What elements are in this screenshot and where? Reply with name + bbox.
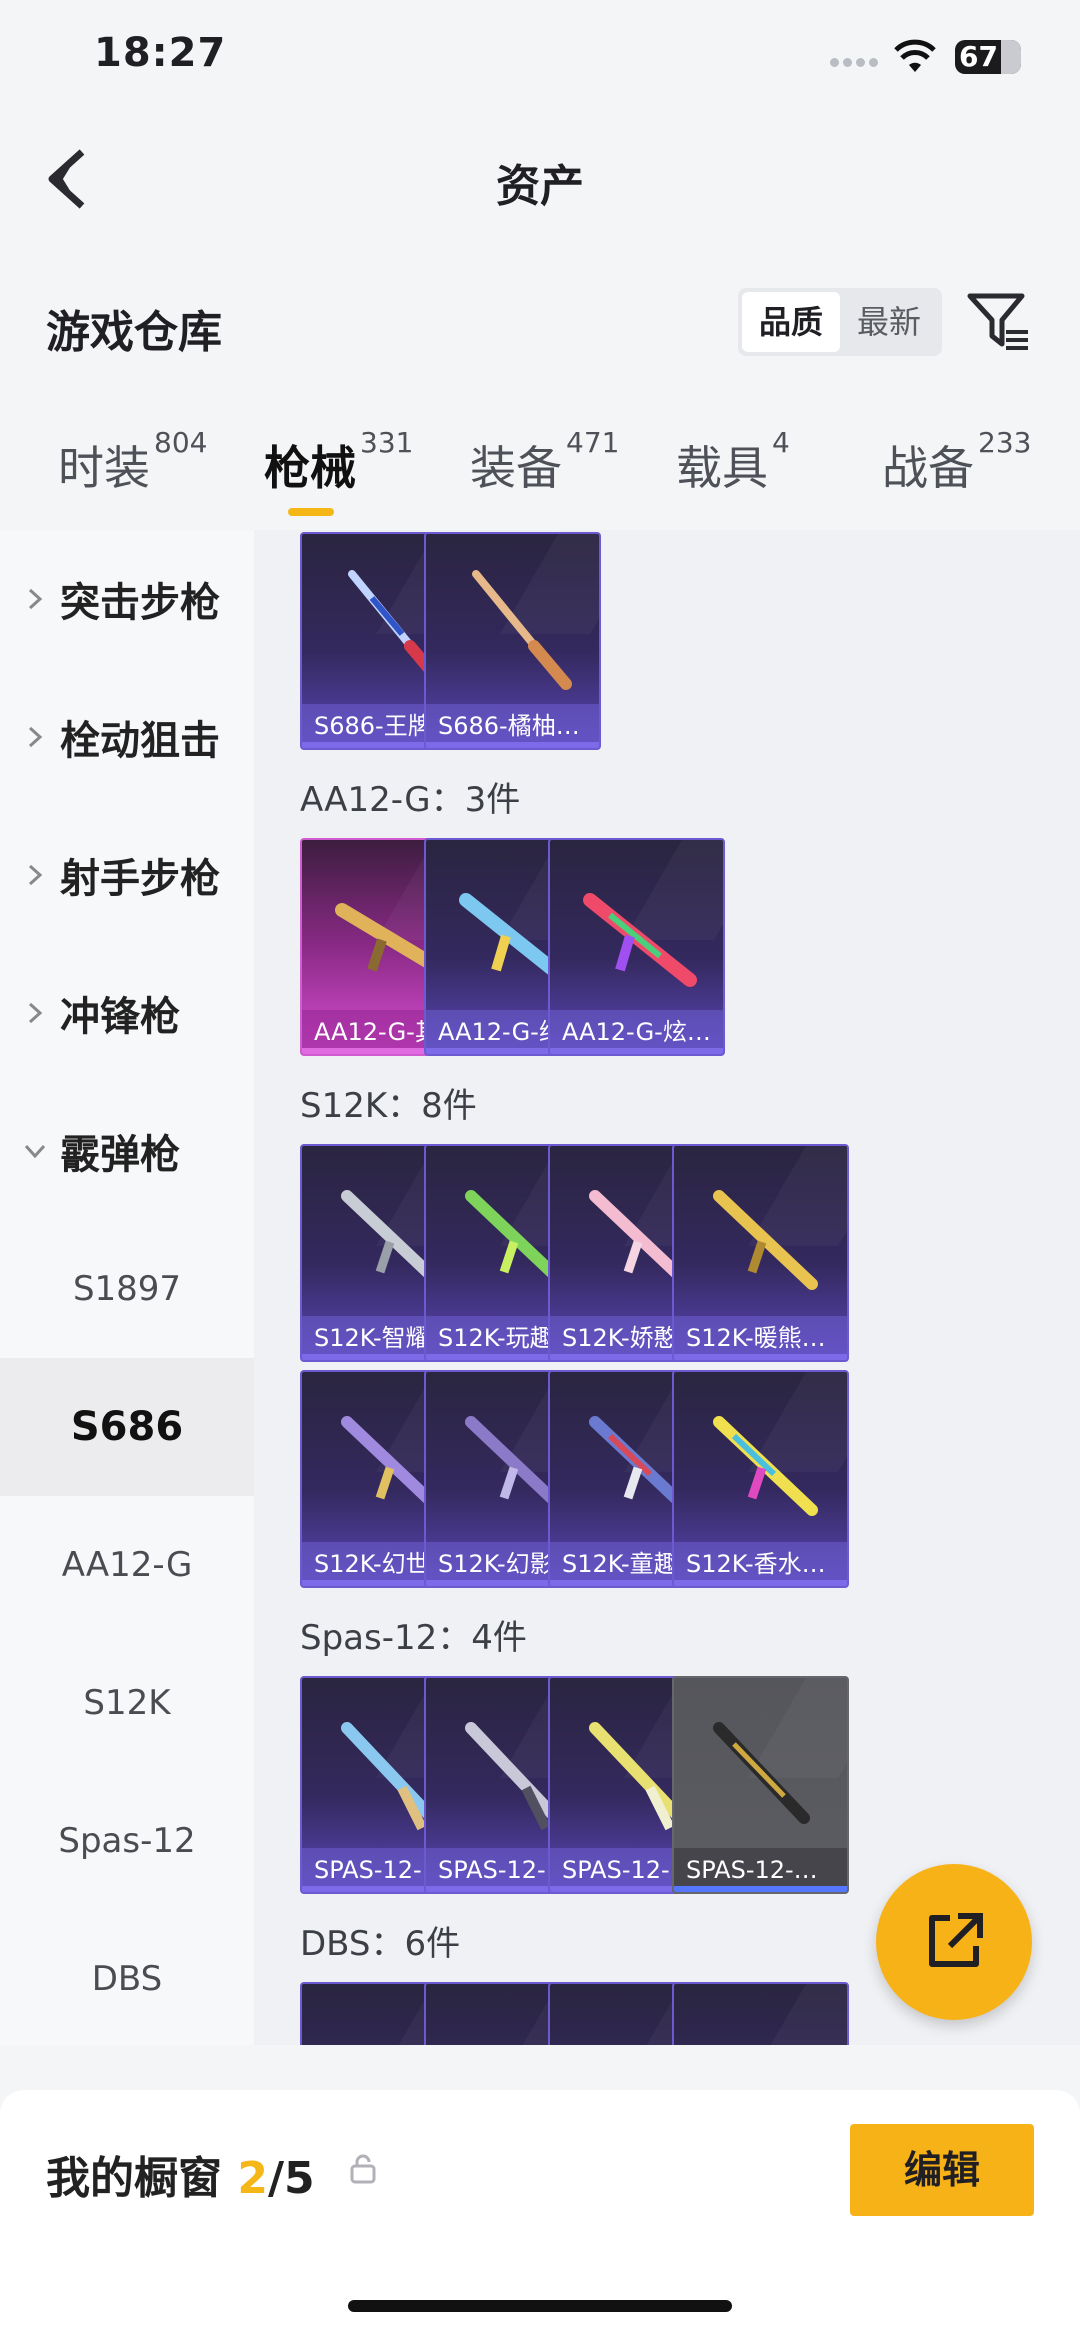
section-title-dbs: DBS：6件 xyxy=(300,1924,461,1964)
tab-count: 331 xyxy=(360,426,414,459)
tab-count: 4 xyxy=(772,426,790,459)
rifle-skin-icon xyxy=(583,893,697,987)
tab-firearms[interactable]: 枪械 331 xyxy=(264,426,413,498)
status-time: 18:27 xyxy=(94,30,227,76)
weapon-type-sidebar: 突击步枪 栓动狙击 射手步枪 冲锋枪 霰弹枪 S1897 S686 AA12-G… xyxy=(0,530,254,2045)
sidebar-item-shotgun[interactable]: 霰弹枪 xyxy=(0,1082,254,1220)
section-title-s12k: S12K：8件 xyxy=(300,1086,477,1126)
sidebar-item-smg[interactable]: 冲锋枪 xyxy=(0,944,254,1082)
battery-level: 67 xyxy=(959,40,998,73)
sidebar-item-label: 射手步枪 xyxy=(60,856,220,902)
item-card[interactable]: AA12-G-炫… xyxy=(548,838,725,1056)
tab-equipment[interactable]: 装备 471 xyxy=(470,426,619,498)
section-title-aa12g: AA12-G：3件 xyxy=(300,780,521,820)
sort-quality-option[interactable]: 品质 xyxy=(742,292,840,352)
tab-count: 233 xyxy=(978,426,1032,459)
active-tab-indicator xyxy=(288,508,334,516)
tab-label: 载具 xyxy=(676,441,768,495)
wifi-icon xyxy=(894,39,936,72)
item-card[interactable]: S12K-暖熊… xyxy=(672,1144,849,1362)
rifle-skin-icon xyxy=(713,1416,818,1516)
chevron-right-icon xyxy=(28,726,43,748)
sidebar-subitem-aa12g[interactable]: AA12-G xyxy=(0,1496,254,1634)
status-bar: 18:27 67 xyxy=(0,0,1080,120)
sort-toggle: 品质 最新 xyxy=(738,288,942,356)
battery-icon: 67 xyxy=(955,40,1021,74)
sidebar-item-label: 栓动狙击 xyxy=(60,718,220,764)
sidebar-item-bolt-sniper[interactable]: 栓动狙击 xyxy=(0,668,254,806)
filter-icon[interactable] xyxy=(966,290,1030,352)
tab-vehicles[interactable]: 载具 4 xyxy=(676,426,790,498)
shotgun-skin-icon xyxy=(472,570,572,690)
share-icon xyxy=(929,1913,983,1967)
rifle-skin-icon xyxy=(713,1190,818,1290)
tab-count: 804 xyxy=(154,426,208,459)
edit-button[interactable]: 编辑 xyxy=(850,2124,1034,2216)
showcase-title: 我的橱窗 xyxy=(46,2153,222,2204)
category-tabs: 时装 804 枪械 331 装备 471 载具 4 战备 233 xyxy=(0,426,1080,522)
lock-icon xyxy=(350,2154,376,2184)
warehouse-title: 游戏仓库 xyxy=(46,307,222,358)
share-button[interactable] xyxy=(876,1864,1032,2020)
sidebar-subitem-s686[interactable]: S686 xyxy=(0,1358,254,1496)
item-grid: S686-王牌… S686-橘柚… AA12-G：3件 5级 AA12-G-其…… xyxy=(254,530,1080,2045)
tab-label: 枪械 xyxy=(264,441,356,495)
chevron-down-icon xyxy=(24,1144,46,1159)
showcase-current-count: 2 xyxy=(237,2153,268,2204)
item-card[interactable]: S12K-香水… xyxy=(672,1370,849,1588)
sidebar-subitem-s12k[interactable]: S12K xyxy=(0,1634,254,1772)
item-card[interactable]: S686-橘柚… xyxy=(424,532,601,750)
sidebar-subitem-spas12[interactable]: Spas-12 xyxy=(0,1772,254,1910)
sidebar-item-marksman-rifle[interactable]: 射手步枪 xyxy=(0,806,254,944)
tab-war-supplies[interactable]: 战备 233 xyxy=(882,426,1031,498)
sidebar-subitem-s1897[interactable]: S1897 xyxy=(0,1220,254,1358)
sidebar-item-label: 霰弹枪 xyxy=(60,1132,180,1178)
showcase-label: 我的橱窗 2/5 xyxy=(46,2142,315,2206)
shotgun-skin-icon xyxy=(713,1722,810,1824)
sidebar-subitem-dbs[interactable]: DBS xyxy=(0,1910,254,2045)
tab-count: 471 xyxy=(566,426,620,459)
sort-newest-option[interactable]: 最新 xyxy=(840,292,938,352)
sidebar-item-label: 冲锋枪 xyxy=(60,994,180,1040)
tab-fashion[interactable]: 时装 804 xyxy=(58,426,207,498)
chevron-right-icon xyxy=(28,1002,43,1024)
showcase-total-count: /5 xyxy=(267,2153,315,2204)
chevron-right-icon xyxy=(28,588,43,610)
tab-label: 战备 xyxy=(882,441,974,495)
item-card[interactable] xyxy=(672,1982,849,2045)
item-card[interactable]: SPAS-12-… xyxy=(672,1676,849,1894)
sidebar-item-assault-rifle[interactable]: 突击步枪 xyxy=(0,530,254,668)
sidebar-item-label: 突击步枪 xyxy=(60,580,220,626)
chevron-right-icon xyxy=(28,864,43,886)
home-indicator xyxy=(348,2300,732,2312)
signal-icon xyxy=(830,52,882,67)
tab-label: 时装 xyxy=(58,441,150,495)
page-title: 资产 xyxy=(496,161,584,212)
section-title-spas12: Spas-12：4件 xyxy=(300,1618,527,1658)
tab-label: 装备 xyxy=(470,441,562,495)
